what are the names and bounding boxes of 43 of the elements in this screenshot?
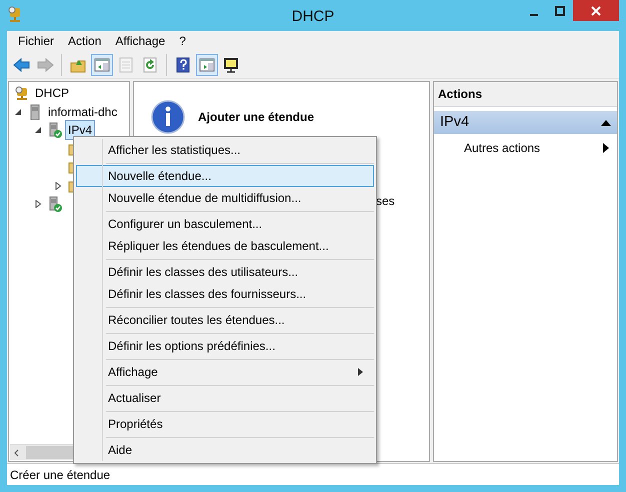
minimize-icon (530, 14, 538, 16)
menu-item[interactable]: Afficher les statistiques... (76, 139, 374, 161)
info-title: Ajouter une étendue (198, 109, 314, 126)
panel-right-button[interactable] (196, 54, 218, 76)
menu-item[interactable]: Réconcilier toutes les étendues... (76, 309, 374, 331)
menu-item[interactable]: ? (172, 31, 193, 51)
menu-item[interactable]: Propriétés (76, 413, 374, 435)
collapsed-arrow-icon[interactable] (54, 182, 62, 190)
menu-item[interactable]: Affichage (108, 31, 172, 51)
collapse-arrow-icon (601, 120, 611, 126)
menu-item[interactable]: Aide (76, 439, 374, 461)
panel-left-button[interactable] (91, 54, 113, 76)
menu-item[interactable]: Fichier (11, 31, 62, 51)
close-icon (591, 6, 601, 16)
submenu-arrow-icon (603, 143, 609, 153)
server-check-icon (47, 122, 63, 138)
submenu-arrow-icon (358, 368, 363, 376)
expanded-arrow-icon[interactable] (34, 126, 42, 134)
menu-item[interactable]: Définir les classes des utilisateurs... (76, 261, 374, 283)
actions-section-header[interactable]: IPv4 (434, 111, 617, 134)
menu-item[interactable]: Définir les options prédéfinies... (76, 335, 374, 357)
tree-item[interactable]: DHCP (32, 83, 72, 104)
description-text: ses (376, 193, 395, 210)
tree-item[interactable]: informati-dhc (45, 102, 120, 122)
info-icon (151, 100, 185, 134)
server-check-icon (47, 196, 63, 212)
menu-item[interactable]: Actualiser (76, 387, 374, 409)
menu-item[interactable]: Nouvelle étendue... (76, 165, 374, 187)
status-text: Créer une étendue (7, 463, 619, 485)
dhcp-icon (14, 85, 30, 102)
expanded-arrow-icon[interactable] (14, 108, 22, 116)
menu-item[interactable]: Affichage (76, 361, 374, 383)
menu-item[interactable]: Répliquer les étendues de basculement... (76, 235, 374, 257)
menu-item[interactable]: Action (61, 31, 108, 51)
action-item[interactable]: Autres actions (434, 134, 617, 157)
maximize-icon (555, 6, 565, 16)
menu-item[interactable]: Définir les classes des fournisseurs... (76, 283, 374, 305)
pane-header: Actions (434, 82, 617, 107)
menu-item[interactable]: Nouvelle étendue de multidiffusion... (76, 187, 374, 209)
window-title: DHCP (292, 7, 334, 27)
menu-item[interactable]: Configurer un basculement... (76, 213, 374, 235)
collapsed-arrow-icon[interactable] (34, 200, 42, 208)
close-button[interactable] (573, 0, 619, 21)
